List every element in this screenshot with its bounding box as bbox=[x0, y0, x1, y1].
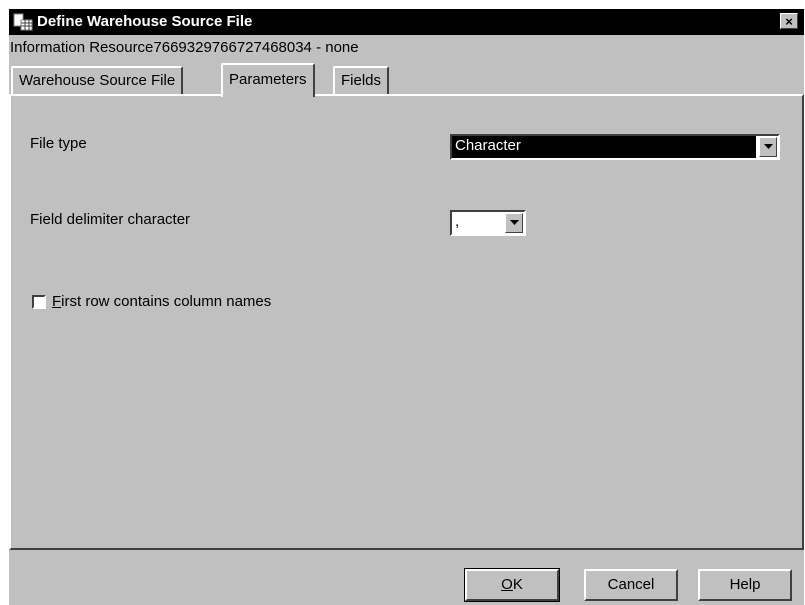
cancel-button[interactable]: Cancel bbox=[584, 569, 678, 601]
info-line: Information Resource7669329766727468034 … bbox=[10, 39, 359, 56]
chevron-down-icon bbox=[510, 220, 519, 225]
file-type-label: File type bbox=[30, 135, 87, 152]
ok-button[interactable]: OK bbox=[464, 568, 560, 602]
tab-fields[interactable]: Fields bbox=[333, 66, 390, 94]
tab-warehouse-source-file[interactable]: Warehouse Source File bbox=[11, 66, 184, 94]
tab-label: Warehouse Source File bbox=[19, 72, 176, 89]
window-title: Define Warehouse Source File bbox=[37, 13, 253, 30]
file-type-dropdown-button[interactable] bbox=[759, 137, 777, 157]
first-row-checkbox[interactable] bbox=[32, 295, 46, 309]
help-label: Help bbox=[729, 576, 761, 593]
parameters-panel: File type Character Field delimiter char… bbox=[9, 94, 804, 550]
mnemonic-f: F bbox=[52, 293, 62, 310]
ok-mnemonic: O bbox=[501, 576, 513, 593]
close-button[interactable]: × bbox=[780, 13, 798, 29]
help-button[interactable]: Help bbox=[698, 569, 792, 601]
field-delimiter-select[interactable]: , bbox=[450, 210, 526, 236]
tab-label: Parameters bbox=[229, 71, 307, 88]
chevron-down-icon bbox=[764, 144, 773, 149]
label-rest: irst row contains column names bbox=[61, 293, 272, 310]
file-type-value: Character bbox=[452, 136, 756, 158]
tab-label: Fields bbox=[341, 72, 382, 89]
tab-parameters[interactable]: Parameters bbox=[221, 63, 315, 97]
title-bar[interactable]: Define Warehouse Source File × bbox=[9, 9, 804, 35]
file-type-select[interactable]: Character bbox=[450, 134, 780, 160]
field-delimiter-dropdown-button[interactable] bbox=[505, 213, 523, 233]
field-delimiter-value: , bbox=[455, 213, 460, 230]
file-table-icon bbox=[13, 13, 33, 31]
cancel-label: Cancel bbox=[607, 576, 655, 593]
dialog-window: Define Warehouse Source File × Informati… bbox=[9, 9, 804, 605]
first-row-checkbox-label[interactable]: First row contains column names bbox=[52, 293, 271, 310]
field-delimiter-label: Field delimiter character bbox=[30, 211, 191, 228]
ok-rest: K bbox=[512, 576, 523, 593]
close-icon: × bbox=[785, 14, 793, 29]
